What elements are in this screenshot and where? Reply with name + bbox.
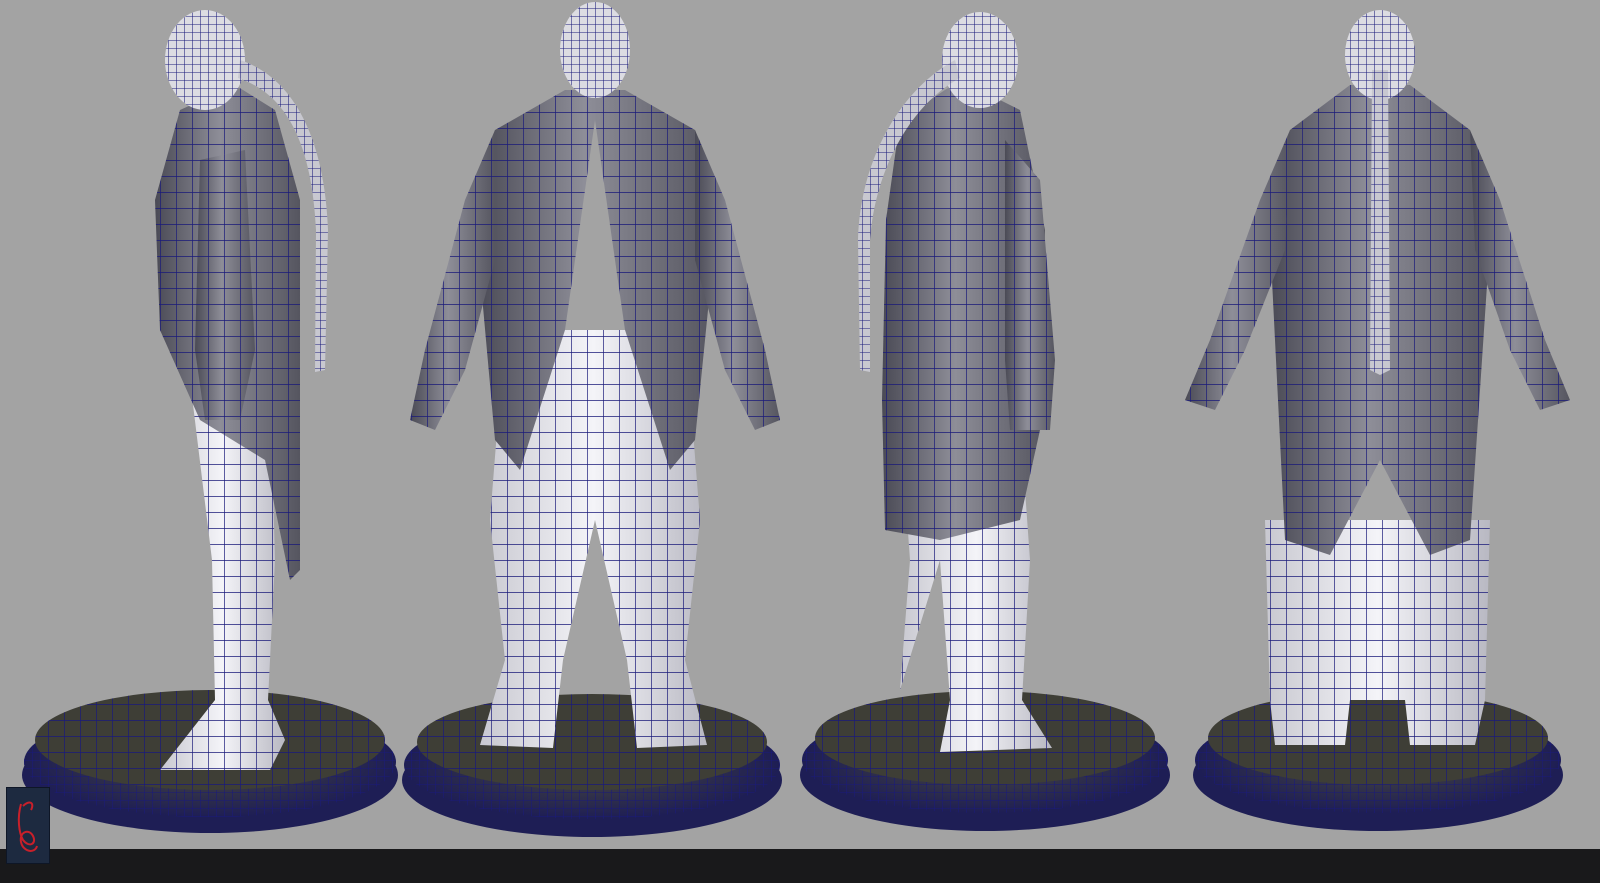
pedestal-base	[1193, 691, 1563, 831]
model-three-quarter-view[interactable]	[790, 0, 1190, 849]
model-side-view[interactable]	[0, 0, 400, 849]
bottom-bar	[0, 849, 1600, 883]
pedestal-base	[402, 694, 782, 837]
maya-viewport[interactable]	[0, 0, 1600, 849]
model-front-view[interactable]	[395, 0, 795, 849]
signature-logo-icon	[6, 787, 50, 864]
model-back-view[interactable]	[1185, 0, 1600, 849]
